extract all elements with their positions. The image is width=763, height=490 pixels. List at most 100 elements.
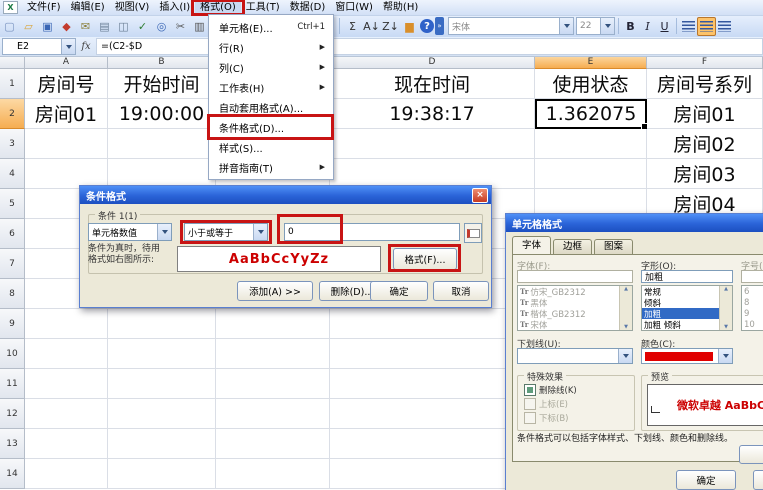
- row-header-9[interactable]: 9: [0, 309, 25, 339]
- cell-A10[interactable]: [25, 339, 108, 369]
- cell-C12[interactable]: [216, 399, 330, 429]
- row-header-4[interactable]: 4: [0, 159, 25, 189]
- cancel-button[interactable]: 取消: [753, 470, 763, 490]
- cell-A11[interactable]: [25, 369, 108, 399]
- list-item[interactable]: 10: [742, 319, 763, 330]
- row-header-6[interactable]: 6: [0, 219, 25, 249]
- tab-font[interactable]: 字体: [512, 236, 552, 254]
- row-header-7[interactable]: 7: [0, 249, 25, 279]
- scroll-up-icon[interactable]: ▲: [624, 286, 628, 292]
- align-right-button[interactable]: [716, 18, 733, 35]
- format-menu-item-3[interactable]: 列(C) ▶: [209, 57, 333, 77]
- cell-A2[interactable]: 房间01: [25, 99, 108, 129]
- checkbox-effect-1[interactable]: 删除线(K): [524, 384, 577, 396]
- new-icon[interactable]: ▢: [1, 18, 18, 35]
- cell-B12[interactable]: [108, 399, 216, 429]
- cell-C13[interactable]: [216, 429, 330, 459]
- research-icon[interactable]: ◎: [153, 18, 170, 35]
- font-list[interactable]: Tr 仿宋_GB2312 Tr 黑体 Tr 楷体_GB2312 Tr 宋体 ▲ ▼: [517, 285, 633, 331]
- align-left-button[interactable]: [680, 18, 697, 35]
- list-item[interactable]: Tr 仿宋_GB2312: [518, 286, 620, 298]
- condition-value-input[interactable]: 0: [284, 223, 460, 241]
- font-style-input[interactable]: 加粗: [641, 270, 733, 283]
- menubar-item-6[interactable]: 工具(T): [241, 0, 285, 15]
- cell-E1[interactable]: 使用状态: [535, 69, 647, 99]
- list-item[interactable]: 加粗 倾斜: [642, 319, 720, 331]
- cell-B14[interactable]: [108, 459, 216, 489]
- checkbox-effect-3[interactable]: 下标(B): [524, 412, 568, 424]
- cell-A13[interactable]: [25, 429, 108, 459]
- list-item[interactable]: Tr 黑体: [518, 297, 620, 309]
- checkbox-icon[interactable]: [524, 398, 536, 410]
- permission-icon[interactable]: ◆: [58, 18, 75, 35]
- format-menu-item-6[interactable]: 条件格式(D)...: [207, 114, 334, 140]
- color-dropdown-icon[interactable]: [718, 349, 732, 363]
- close-icon[interactable]: ×: [472, 187, 488, 203]
- list-item[interactable]: 9: [742, 308, 763, 319]
- cell-E2[interactable]: 1.362075: [535, 99, 648, 130]
- print-icon[interactable]: ▤: [96, 18, 113, 35]
- row-header-1[interactable]: 1: [0, 69, 25, 99]
- copy-icon[interactable]: ▥: [191, 18, 208, 35]
- cell-A14[interactable]: [25, 459, 108, 489]
- cell-B13[interactable]: [108, 429, 216, 459]
- row-header-3[interactable]: 3: [0, 129, 25, 159]
- list-item[interactable]: Tr 楷体_GB2312: [518, 308, 620, 320]
- underline-combo[interactable]: [517, 348, 633, 364]
- format-menu-item-8[interactable]: 拼音指南(T) ▶: [209, 157, 333, 177]
- help-icon[interactable]: ?: [420, 19, 434, 33]
- row-header-13[interactable]: 13: [0, 429, 25, 459]
- formula-input[interactable]: =(C2-$D: [96, 38, 763, 55]
- chart-wizard-icon[interactable]: ▆: [401, 18, 418, 35]
- fx-icon[interactable]: fx: [76, 41, 96, 52]
- checkbox-icon[interactable]: [524, 384, 536, 396]
- add-button[interactable]: 添加(A) >>: [237, 281, 313, 301]
- name-box-dropdown-icon[interactable]: [61, 39, 75, 54]
- toolbar-options-icon[interactable]: »: [435, 17, 444, 35]
- font-style-list[interactable]: 常规 倾斜 加粗 加粗 倾斜 ▲ ▼: [641, 285, 733, 331]
- save-icon[interactable]: ▣: [39, 18, 56, 35]
- format-menu-item-7[interactable]: 样式(S)...: [209, 137, 333, 157]
- select-all-corner[interactable]: [0, 56, 25, 69]
- row-header-5[interactable]: 5: [0, 189, 25, 219]
- cell-B3[interactable]: [108, 129, 216, 159]
- cell-F3[interactable]: 房间02: [647, 129, 763, 159]
- scroll-up-icon[interactable]: ▲: [724, 286, 728, 292]
- align-center-button[interactable]: [697, 16, 716, 36]
- list-item[interactable]: 8: [742, 297, 763, 308]
- ok-button[interactable]: 确定: [676, 470, 736, 490]
- row-header-14[interactable]: 14: [0, 459, 25, 489]
- col-header-B[interactable]: B: [108, 56, 216, 69]
- font-size-dropdown-icon[interactable]: [600, 18, 614, 34]
- cell-E3[interactable]: [535, 129, 647, 159]
- operand-dropdown-icon[interactable]: [157, 224, 171, 240]
- cell-B10[interactable]: [108, 339, 216, 369]
- checkbox-effect-2[interactable]: 上标(E): [524, 398, 568, 410]
- sort-descending-icon[interactable]: Z↓: [382, 18, 399, 35]
- underline-button[interactable]: U: [657, 18, 672, 34]
- cell-E4[interactable]: [535, 159, 647, 189]
- col-header-A[interactable]: A: [25, 56, 108, 69]
- col-header-D[interactable]: D: [330, 56, 535, 69]
- cancel-button[interactable]: 取消: [433, 281, 489, 301]
- cell-D1[interactable]: 现在时间: [330, 69, 535, 99]
- ok-button[interactable]: 确定: [370, 281, 428, 301]
- menubar-item-5[interactable]: 格式(O): [191, 0, 245, 16]
- list-item[interactable]: 6: [742, 286, 763, 297]
- cell-B2[interactable]: 19:00:00: [108, 99, 216, 129]
- list-scrollbar[interactable]: ▲ ▼: [719, 286, 732, 330]
- scroll-down-icon[interactable]: ▼: [724, 324, 728, 330]
- cell-C14[interactable]: [216, 459, 330, 489]
- cell-C11[interactable]: [216, 369, 330, 399]
- italic-button[interactable]: I: [640, 18, 655, 34]
- menubar-item-2[interactable]: 编辑(E): [66, 0, 110, 15]
- cell-B9[interactable]: [108, 309, 216, 339]
- format-menu-item-4[interactable]: 工作表(H) ▶: [209, 77, 333, 97]
- menubar-item-7[interactable]: 数据(D): [285, 0, 331, 15]
- checkbox-icon[interactable]: [524, 412, 536, 424]
- conditional-format-titlebar[interactable]: 条件格式 ×: [80, 186, 491, 204]
- list-item[interactable]: 倾斜: [642, 297, 720, 309]
- row-header-10[interactable]: 10: [0, 339, 25, 369]
- list-scrollbar[interactable]: ▲ ▼: [619, 286, 632, 330]
- cell-A9[interactable]: [25, 309, 108, 339]
